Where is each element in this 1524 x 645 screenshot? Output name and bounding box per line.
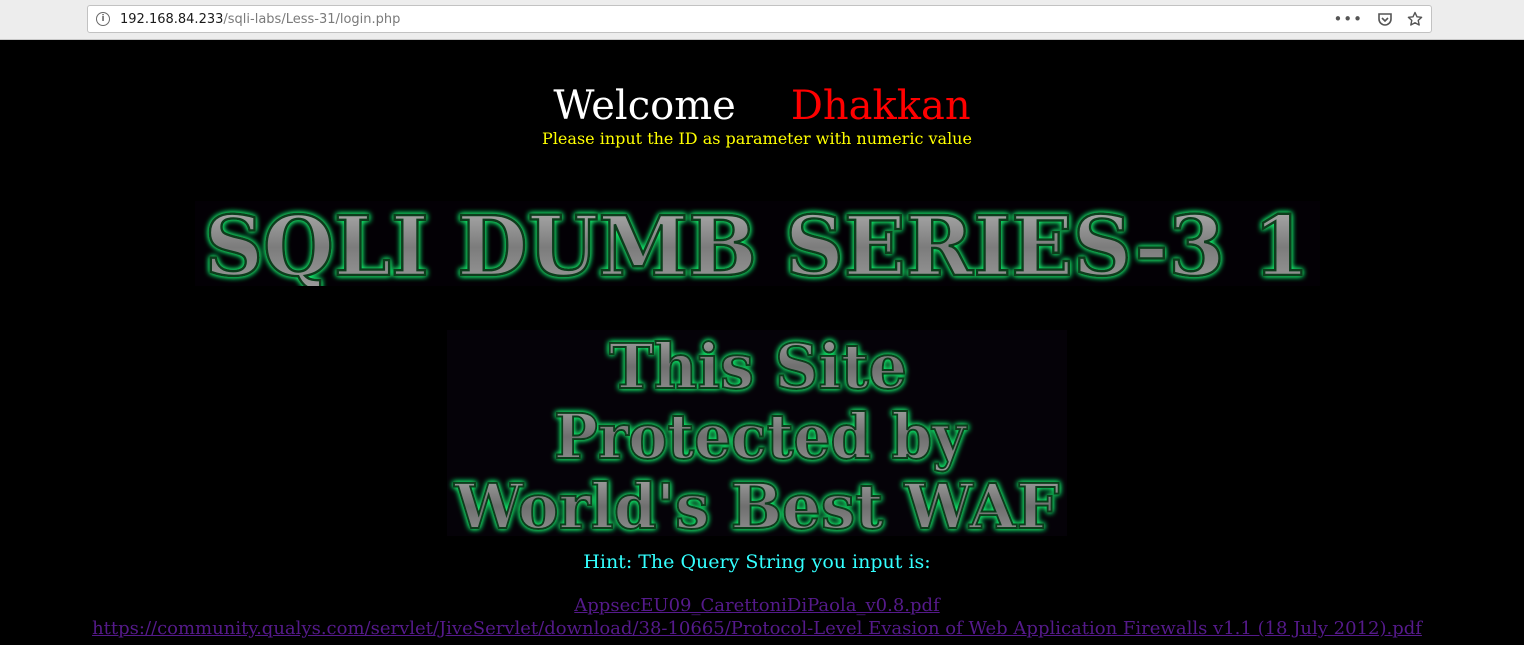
appsec-pdf-link[interactable]: AppsecEU09_CarettoniDiPaola_v0.8.pdf (0, 595, 1514, 616)
waf-line-1: This Site (609, 330, 907, 403)
info-icon[interactable]: i (96, 12, 110, 26)
series-banner-image: SQLI DUMB SERIES-3 1 (195, 201, 1320, 286)
page-content: Welcome Dhakkan Please input the ID as pa… (0, 41, 1524, 645)
waf-line-3: World's Best WAF (454, 470, 1060, 536)
more-icon[interactable]: ••• (1333, 10, 1363, 28)
address-bar[interactable]: i 192.168.84.233/sqli-labs/Less-31/login… (87, 5, 1432, 33)
browser-toolbar: i 192.168.84.233/sqli-labs/Less-31/login… (0, 0, 1524, 40)
welcome-name: Dhakkan (790, 83, 971, 129)
url-actions: ••• (1333, 10, 1423, 28)
series-banner-title: SQLI DUMB SERIES-3 1 (205, 201, 1310, 286)
url-path: /sqli-labs/Less-31/login.php (223, 11, 401, 27)
star-icon[interactable] (1407, 11, 1423, 27)
welcome-heading: Welcome Dhakkan (0, 83, 1524, 129)
url-host: 192.168.84.233 (120, 11, 224, 27)
qualys-pdf-link[interactable]: https://community.qualys.com/servlet/Jiv… (0, 618, 1514, 639)
hint-text: Hint: The Query String you input is: (583, 551, 931, 573)
waf-banner-image: This Site Protected by World's Best WAF (447, 330, 1067, 536)
instruction-text: Please input the ID as parameter with nu… (542, 129, 972, 148)
waf-line-2: Protected by (554, 400, 968, 473)
welcome-word: Welcome (553, 83, 736, 129)
pocket-icon[interactable] (1377, 11, 1393, 27)
